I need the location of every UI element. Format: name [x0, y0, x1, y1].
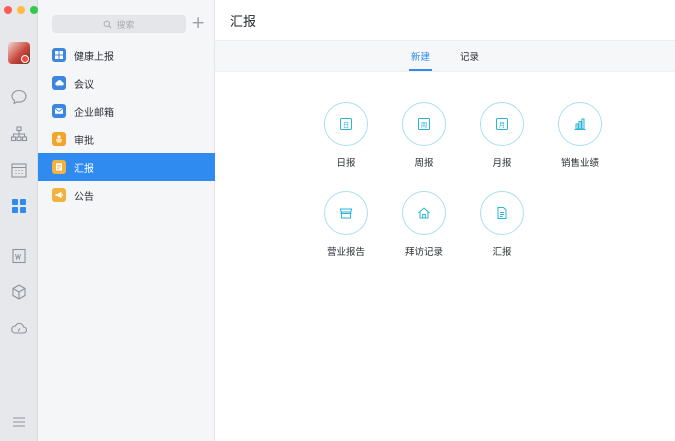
page-title: 汇报 — [230, 14, 257, 30]
main-panel: 汇报 新建 记录 日 日报 周 周报 月 月报 销售业绩 营业报告 拜访记录 汇… — [215, 0, 675, 441]
sidebar-item-report[interactable]: 汇报 — [38, 153, 215, 181]
week-calendar-icon: 周 — [402, 102, 446, 146]
sidebar-item-meeting[interactable]: 会议 — [38, 69, 215, 97]
search-icon — [104, 20, 112, 28]
sidebar-item-approval[interactable]: 审批 — [38, 125, 215, 153]
tile-sales-performance[interactable]: 销售业绩 — [541, 102, 619, 169]
app-window: 搜索 + 健康上报 会议 企业邮箱 审批 汇报 公告 汇报 新建 记录 日 日报… — [0, 0, 675, 441]
close-window-button[interactable] — [4, 6, 12, 14]
sidebar-item-label: 会议 — [74, 79, 94, 91]
tile-label: 周报 — [414, 158, 434, 169]
workbench-icon[interactable] — [9, 196, 29, 216]
tile-label: 营业报告 — [326, 247, 365, 258]
store-icon — [324, 191, 368, 235]
tile-label: 月报 — [492, 158, 512, 169]
box-icon[interactable] — [9, 282, 29, 302]
tile-general-report[interactable]: 汇报 — [463, 191, 541, 258]
tile-monthly-report[interactable]: 月 月报 — [463, 102, 541, 169]
bar-chart-icon — [558, 102, 602, 146]
meeting-icon — [52, 76, 66, 90]
svg-text:日: 日 — [343, 121, 350, 129]
minimize-window-button[interactable] — [17, 6, 25, 14]
tile-visit-record[interactable]: 拜访记录 — [385, 191, 463, 258]
sidebar-item-health-report[interactable]: 健康上报 — [38, 41, 215, 69]
calendar-icon[interactable] — [9, 160, 29, 180]
sidebar-item-announcement[interactable]: 公告 — [38, 181, 215, 209]
svg-text:周: 周 — [421, 121, 428, 129]
tile-daily-report[interactable]: 日 日报 — [307, 102, 385, 169]
report-type-grid: 日 日报 周 周报 月 月报 销售业绩 营业报告 拜访记录 汇报 — [307, 102, 619, 258]
tab-bar: 新建 记录 — [215, 41, 675, 72]
megaphone-icon — [52, 188, 66, 202]
add-button[interactable]: + — [191, 13, 205, 33]
tile-label: 日报 — [336, 158, 356, 169]
menu-icon[interactable] — [9, 412, 29, 432]
mail-icon — [52, 104, 66, 118]
sidebar-item-label: 审批 — [74, 135, 94, 147]
house-icon — [402, 191, 446, 235]
tab-records[interactable]: 记录 — [458, 41, 481, 71]
document-icon — [480, 191, 524, 235]
month-calendar-icon: 月 — [480, 102, 524, 146]
sidebar-item-label: 公告 — [74, 191, 94, 203]
window-controls — [4, 6, 38, 14]
report-icon — [52, 160, 66, 174]
sidebar-item-label: 企业邮箱 — [74, 107, 114, 119]
approval-icon — [52, 132, 66, 146]
word-doc-icon[interactable] — [9, 246, 29, 266]
tile-label: 汇报 — [492, 247, 512, 258]
tile-label: 销售业绩 — [560, 158, 599, 169]
avatar[interactable] — [8, 42, 30, 64]
app-list-sidebar: 搜索 + 健康上报 会议 企业邮箱 审批 汇报 公告 — [38, 0, 215, 441]
svg-text:月: 月 — [499, 121, 506, 129]
sidebar-item-enterprise-mail[interactable]: 企业邮箱 — [38, 97, 215, 125]
chat-icon[interactable] — [9, 87, 29, 107]
sidebar-item-label: 汇报 — [74, 163, 94, 175]
search-input[interactable]: 搜索 — [52, 15, 186, 33]
tile-business-report[interactable]: 营业报告 — [307, 191, 385, 258]
search-placeholder: 搜索 — [116, 20, 135, 31]
page-header: 汇报 — [215, 0, 675, 41]
grid-icon — [52, 48, 66, 62]
tab-new[interactable]: 新建 — [408, 41, 433, 71]
day-calendar-icon: 日 — [324, 102, 368, 146]
tile-weekly-report[interactable]: 周 周报 — [385, 102, 463, 169]
zoom-window-button[interactable] — [30, 6, 38, 14]
left-icon-rail — [0, 0, 38, 441]
org-chart-icon[interactable] — [9, 124, 29, 144]
cloud-icon[interactable] — [9, 318, 29, 338]
app-menu: 健康上报 会议 企业邮箱 审批 汇报 公告 — [38, 41, 215, 209]
tile-label: 拜访记录 — [404, 247, 443, 258]
sidebar-item-label: 健康上报 — [74, 51, 114, 63]
